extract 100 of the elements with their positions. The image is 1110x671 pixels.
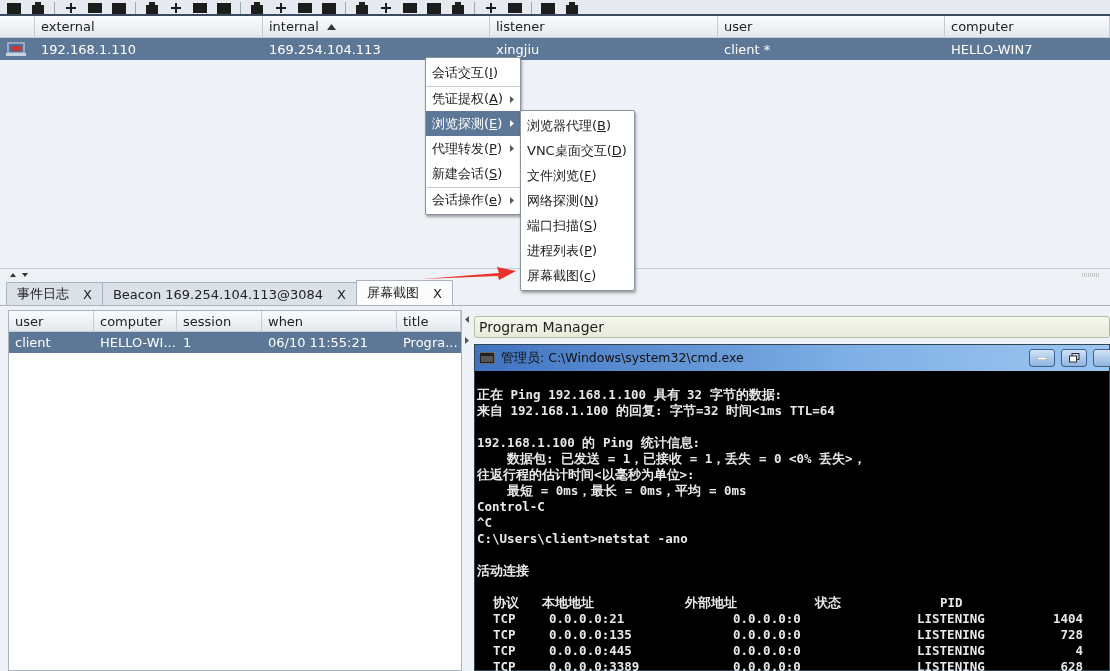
screenshot-row[interactable]: client HELLO-WI... 1 06/10 11:55:21 Progra... bbox=[9, 332, 461, 353]
minimize-button[interactable] bbox=[1029, 349, 1055, 367]
toolbar-icon[interactable] bbox=[192, 2, 208, 14]
cmd-window-title: 管理员: C:\Windows\system32\cmd.exe bbox=[501, 349, 745, 367]
table-cell-text: 169.254.104.113 bbox=[268, 40, 382, 59]
table-cell-text: xingjiu bbox=[495, 40, 541, 59]
column-header[interactable]: title bbox=[397, 311, 461, 332]
terminal-cell-text: 0.0.0.0:135 bbox=[549, 627, 633, 643]
terminal-line: 192.168.1.100 的 Ping 统计信息: bbox=[477, 435, 702, 451]
terminal-cell-text: 0.0.0.0:0 bbox=[733, 643, 802, 659]
terminal-line: 正在 Ping 192.168.1.100 具有 32 字节的数据: bbox=[477, 387, 784, 403]
toolbar-icon[interactable] bbox=[216, 2, 232, 14]
terminal-cell-text: LISTENING bbox=[917, 611, 986, 627]
toolbar-icon[interactable] bbox=[168, 2, 184, 14]
column-header[interactable]: computer bbox=[94, 311, 177, 332]
tab[interactable]: 事件日志 X bbox=[6, 282, 103, 305]
column-header[interactable]: computer bbox=[945, 16, 1110, 38]
toolbar-icon[interactable] bbox=[249, 2, 265, 14]
terminal-line: ^C bbox=[477, 515, 494, 531]
terminal-cell-text: 0.0.0.0:0 bbox=[733, 659, 802, 671]
table-cell-text: 06/10 11:55:21 bbox=[267, 334, 369, 352]
restore-icon bbox=[1068, 353, 1080, 363]
tab-label[interactable]: 事件日志 bbox=[17, 285, 69, 303]
table-cell-text: client bbox=[14, 334, 52, 352]
toolbar-icon[interactable] bbox=[273, 2, 289, 14]
terminal-line: 数据包: 已发送 = 1，已接收 = 1，丢失 = 0 <0% 丢失>， bbox=[506, 451, 867, 467]
splitter-grip-icon[interactable] bbox=[1082, 272, 1100, 277]
menu-item[interactable]: 代理转发(P) bbox=[426, 136, 520, 161]
terminal-line: 活动连接 bbox=[477, 563, 530, 579]
tab-label[interactable]: Beacon 169.254.104.113@3084 bbox=[112, 286, 323, 302]
menu-item[interactable]: VNC桌面交互(D) bbox=[521, 138, 634, 163]
session-row[interactable]: 192.168.1.110 169.254.104.113 xingjiu client * HELLO-WIN7 bbox=[0, 38, 1110, 60]
tab[interactable]: 屏幕截图 X bbox=[355, 280, 453, 305]
terminal-cell-text: 0.0.0.0:445 bbox=[549, 643, 633, 659]
terminal-cell-text: 0.0.0.0:0 bbox=[733, 627, 802, 643]
table-cell-text: Progra... bbox=[402, 334, 459, 352]
column-header[interactable]: listener bbox=[490, 16, 718, 38]
menu-item[interactable]: 新建会话(S) bbox=[426, 161, 520, 186]
terminal-line: 往返行程的估计时间<以毫秒为单位>: bbox=[477, 467, 696, 483]
menu-item[interactable]: 文件浏览(F) bbox=[521, 163, 634, 188]
toolbar-icon[interactable] bbox=[450, 2, 466, 14]
toolbar-icon[interactable] bbox=[297, 2, 313, 14]
terminal-cell-text: LISTENING bbox=[917, 659, 986, 671]
toolbar-icon[interactable] bbox=[426, 2, 442, 14]
column-header[interactable]: user bbox=[718, 16, 945, 38]
scroll-left-icon[interactable] bbox=[465, 316, 469, 323]
column-header[interactable]: session bbox=[177, 311, 262, 332]
toolbar-icon[interactable] bbox=[507, 2, 523, 14]
table-cell-text: 1 bbox=[182, 334, 193, 352]
computer-icon bbox=[6, 42, 28, 56]
toolbar-icon[interactable] bbox=[6, 2, 22, 14]
toolbar-icon[interactable] bbox=[354, 2, 370, 14]
terminal-line: 来自 192.168.1.100 的回复: 字节=32 时间<1ms TTL=64 bbox=[477, 403, 836, 419]
table-cell-text: HELLO-WI... bbox=[99, 334, 177, 352]
menu-item[interactable]: 浏览器代理(B) bbox=[521, 113, 634, 138]
column-header: 本地地址 bbox=[542, 595, 595, 611]
toolbar-icon[interactable] bbox=[87, 2, 103, 14]
close-tab-button[interactable]: X bbox=[432, 285, 442, 301]
close-tab-button[interactable]: X bbox=[83, 286, 92, 302]
minimize-icon bbox=[1037, 356, 1047, 360]
menu-item[interactable]: 网络探测(N) bbox=[521, 188, 634, 213]
toolbar-icon[interactable] bbox=[378, 2, 394, 14]
toolbar-icon[interactable] bbox=[111, 2, 127, 14]
toolbar-icon[interactable] bbox=[63, 2, 79, 14]
scroll-right-icon[interactable] bbox=[465, 337, 469, 344]
column-header[interactable]: user bbox=[9, 311, 94, 332]
terminal-cell-text: TCP bbox=[493, 611, 517, 627]
table-cell-text: HELLO-WIN7 bbox=[950, 40, 1034, 59]
menu-item[interactable]: 浏览探测(E) bbox=[426, 111, 520, 136]
console-icon bbox=[479, 352, 495, 364]
submenu-arrow-icon bbox=[510, 120, 514, 127]
terminal-cell-text: 1404 bbox=[1051, 611, 1083, 627]
toolbar-icon[interactable] bbox=[402, 2, 418, 14]
tab[interactable]: Beacon 169.254.104.113@3084 X bbox=[101, 282, 357, 305]
column-header[interactable]: when bbox=[262, 311, 397, 332]
terminal-cell-text: 0.0.0.0:0 bbox=[733, 611, 802, 627]
menu-item[interactable]: 会话交互(I) bbox=[426, 60, 520, 85]
terminal-cell-text: LISTENING bbox=[917, 627, 986, 643]
column-header[interactable]: internal bbox=[263, 16, 490, 38]
column-header: 协议 bbox=[493, 595, 520, 611]
restore-button[interactable] bbox=[1061, 349, 1087, 367]
tab-label[interactable]: 屏幕截图 bbox=[366, 284, 419, 302]
close-tab-button[interactable]: X bbox=[337, 286, 346, 302]
toolbar-icon[interactable] bbox=[483, 2, 499, 14]
toolbar-icon[interactable] bbox=[564, 2, 580, 14]
close-button[interactable] bbox=[1093, 349, 1110, 367]
menu-item[interactable]: 端口扫描(S) bbox=[521, 213, 634, 238]
toolbar-icon[interactable] bbox=[30, 2, 46, 14]
terminal-cell-text: LISTENING bbox=[917, 643, 986, 659]
toolbar-icon[interactable] bbox=[321, 2, 337, 14]
column-header[interactable]: external bbox=[35, 16, 263, 38]
toolbar-icon[interactable] bbox=[144, 2, 160, 14]
column-header: PID bbox=[940, 595, 964, 611]
collapse-arrows-icon[interactable] bbox=[10, 271, 30, 278]
menu-item[interactable]: 屏幕截图(c) bbox=[521, 263, 634, 288]
toolbar-icon[interactable] bbox=[540, 2, 556, 14]
sort-ascending-icon bbox=[326, 23, 336, 30]
terminal-cell-text: 628 bbox=[1059, 659, 1083, 671]
table-cell-text: 192.168.1.110 bbox=[40, 40, 138, 59]
menu-item[interactable]: 进程列表(P) bbox=[521, 238, 634, 263]
